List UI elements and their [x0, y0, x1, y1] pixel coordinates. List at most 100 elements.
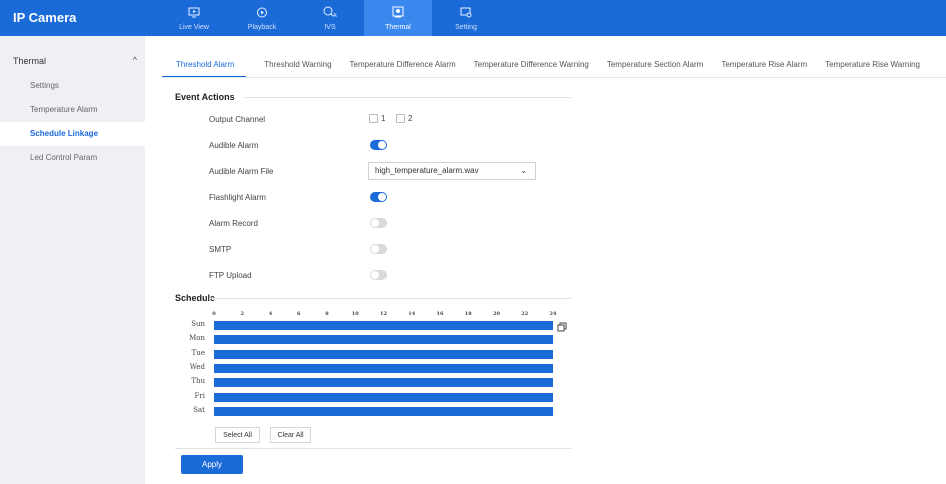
schedule-day-bar[interactable] [214, 406, 553, 416]
hour-tick-label: 8 [325, 311, 329, 317]
toggle-knob [378, 141, 386, 149]
audible-alarm-label: Audible Alarm [209, 141, 259, 150]
schedule-hour-axis: 0 2 4 6 8 10 12 14 16 18 20 22 24 [212, 311, 556, 321]
copy-icon[interactable] [557, 319, 567, 332]
nav-label: Setting [455, 23, 477, 31]
hour-tick-label: 4 [268, 311, 273, 317]
tab-temperature-section-alarm[interactable]: Temperature Section Alarm [607, 54, 704, 78]
sidebar-item-label: Settings [30, 81, 59, 90]
sidebar-item-temperature-alarm[interactable]: Temperature Alarm [0, 98, 145, 122]
nav-label: IVS [324, 23, 336, 31]
nav-setting[interactable]: Setting [432, 0, 500, 36]
day-label: Sun [191, 320, 205, 328]
schedule-day-bar[interactable] [214, 363, 553, 373]
tab-temperature-rise-warning[interactable]: Temperature Rise Warning [825, 54, 920, 78]
alarm-record-label: Alarm Record [209, 219, 258, 228]
nav-label: Thermal [385, 23, 411, 31]
tab-temperature-rise-alarm[interactable]: Temperature Rise Alarm [721, 54, 807, 78]
nav-label: Live View [179, 23, 209, 31]
checkbox-box [396, 114, 405, 123]
hour-tick-label: 24 [549, 311, 557, 317]
live-view-icon [188, 6, 200, 22]
tab-temperature-difference-warning[interactable]: Temperature Difference Warning [474, 54, 589, 78]
checkbox-label: 2 [408, 114, 413, 123]
audible-alarm-file-label: Audible Alarm File [209, 167, 274, 176]
alarm-record-toggle[interactable] [370, 218, 387, 228]
schedule-day-bar[interactable] [214, 392, 553, 402]
section-divider [175, 448, 571, 449]
thermal-icon [392, 6, 404, 22]
schedule-day-bar[interactable] [214, 349, 553, 359]
ftp-upload-toggle[interactable] [370, 270, 387, 280]
main-nav: Live View Playback Ai IVS Thermal Settin… [160, 0, 500, 36]
tab-bar: Threshold Alarm Threshold Warning Temper… [162, 54, 938, 78]
day-label: Thu [191, 377, 205, 386]
sidebar: Thermal ^ Settings Temperature Alarm Sch… [0, 36, 145, 484]
ftp-upload-label: FTP Upload [209, 271, 252, 280]
section-divider [209, 298, 571, 299]
nav-label: Playback [247, 23, 277, 31]
smtp-label: SMTP [209, 245, 232, 254]
ivs-icon: Ai [323, 6, 338, 22]
section-divider [244, 97, 571, 98]
flashlight-alarm-toggle[interactable] [370, 192, 387, 202]
tab-divider [162, 77, 946, 78]
hour-tick-label: 0 [212, 311, 216, 317]
sidebar-item-led-control-param[interactable]: Led Control Param [0, 146, 145, 170]
svg-text:Ai: Ai [333, 13, 337, 18]
hour-tick-label: 6 [297, 311, 301, 317]
apply-button[interactable]: Apply [181, 455, 243, 474]
playback-icon [256, 6, 268, 22]
app-title: IP Camera [13, 10, 77, 25]
select-all-button[interactable]: Select All [215, 427, 260, 443]
setting-icon [460, 6, 472, 22]
sidebar-group-thermal[interactable]: Thermal ^ [13, 55, 145, 66]
select-value: high_temperature_alarm.wav [375, 166, 479, 175]
day-label: Sat [193, 405, 205, 414]
chevron-up-icon: ^ [132, 55, 137, 65]
nav-playback[interactable]: Playback [228, 0, 296, 36]
checkbox-box [369, 114, 378, 123]
sidebar-item-schedule-linkage[interactable]: Schedule Linkage [0, 122, 145, 146]
toggle-knob [371, 219, 379, 227]
nav-ivs[interactable]: Ai IVS [296, 0, 364, 36]
output-channel-2-checkbox[interactable]: 2 [396, 114, 412, 123]
schedule-day-bar[interactable] [214, 378, 553, 388]
day-label: Tue [191, 348, 205, 357]
tab-threshold-warning[interactable]: Threshold Warning [264, 54, 331, 78]
hour-tick-label: 10 [351, 311, 359, 317]
hour-tick-label: 20 [493, 311, 500, 317]
sidebar-item-label: Led Control Param [30, 153, 98, 162]
toggle-knob [371, 245, 379, 253]
chevron-down-icon: ⌄ [520, 166, 527, 175]
flashlight-alarm-label: Flashlight Alarm [209, 193, 266, 202]
hour-tick-label: 12 [380, 311, 387, 317]
day-label: Mon [189, 334, 205, 343]
hour-tick-label: 2 [240, 311, 244, 317]
tab-threshold-alarm[interactable]: Threshold Alarm [162, 54, 247, 78]
nav-thermal[interactable]: Thermal [364, 0, 432, 36]
sidebar-group-label: Thermal [13, 56, 47, 66]
output-channel-label: Output Channel [209, 115, 266, 124]
hour-tick-label: 14 [408, 311, 416, 317]
schedule-day-bar[interactable] [214, 321, 553, 330]
sidebar-item-label: Schedule Linkage [30, 129, 99, 138]
nav-live-view[interactable]: Live View [160, 0, 228, 36]
top-bar: IP Camera Live View Playback Ai IVS Ther… [0, 0, 946, 36]
schedule-day-bar[interactable] [214, 335, 553, 345]
smtp-toggle[interactable] [370, 244, 387, 254]
sidebar-item-settings[interactable]: Settings [0, 74, 145, 98]
toggle-knob [371, 271, 379, 279]
hour-tick-label: 16 [436, 311, 444, 317]
hour-tick-label: 22 [521, 311, 529, 317]
clear-all-button[interactable]: Clear All [270, 427, 311, 443]
checkbox-label: 1 [381, 114, 386, 123]
output-channel-1-checkbox[interactable]: 1 [369, 114, 385, 123]
sidebar-item-label: Temperature Alarm [30, 105, 98, 114]
day-label: Wed [189, 362, 205, 371]
event-actions-title: Event Actions [175, 92, 235, 102]
audible-alarm-toggle[interactable] [370, 140, 387, 150]
tab-temperature-difference-alarm[interactable]: Temperature Difference Alarm [350, 54, 456, 78]
day-label: Fri [194, 391, 205, 400]
audible-alarm-file-select[interactable]: high_temperature_alarm.wav ⌄ [368, 162, 536, 180]
